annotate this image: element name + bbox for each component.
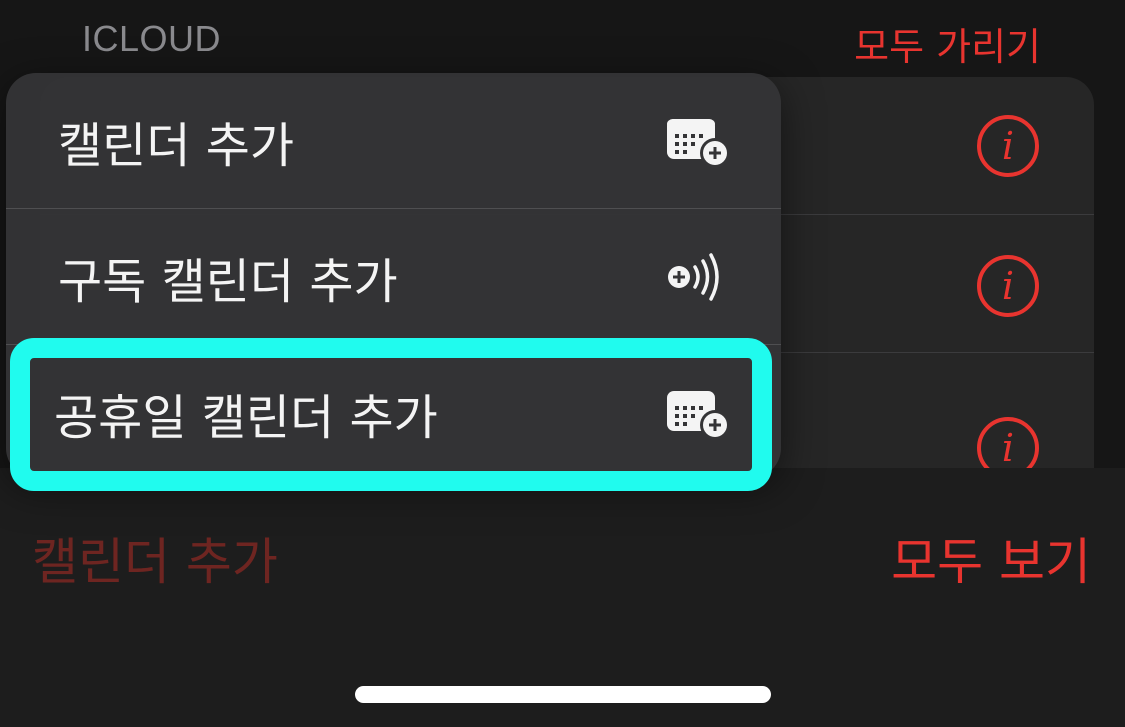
add-calendar-menu: 캘린더 추가 구독 캘린더 추가 공휴일 캘린더 추가 — [6, 73, 781, 478]
section-header: ICLOUD — [82, 18, 222, 59]
menu-item-label: 구독 캘린더 추가 — [58, 253, 398, 310]
menu-item-add-calendar[interactable]: 캘린더 추가 — [6, 73, 781, 208]
calendar-add-icon — [667, 390, 730, 440]
home-indicator[interactable] — [355, 686, 771, 703]
info-icon[interactable]: i — [977, 255, 1039, 317]
subscribe-broadcast-icon — [668, 252, 719, 301]
info-icon[interactable]: i — [977, 115, 1039, 177]
add-calendar-button[interactable]: 캘린더 추가 — [32, 522, 278, 594]
hide-all-button[interactable]: 모두 가리기 — [854, 16, 1041, 71]
menu-item-label: 캘린더 추가 — [58, 117, 295, 174]
menu-item-subscribe-calendar[interactable]: 구독 캘린더 추가 — [6, 209, 781, 344]
menu-item-label: 공휴일 캘린더 추가 — [54, 389, 438, 446]
calendar-add-icon — [667, 118, 730, 168]
show-all-button[interactable]: 모두 보기 — [891, 522, 1091, 594]
menu-item-add-holiday-calendar[interactable]: 공휴일 캘린더 추가 — [6, 345, 781, 478]
